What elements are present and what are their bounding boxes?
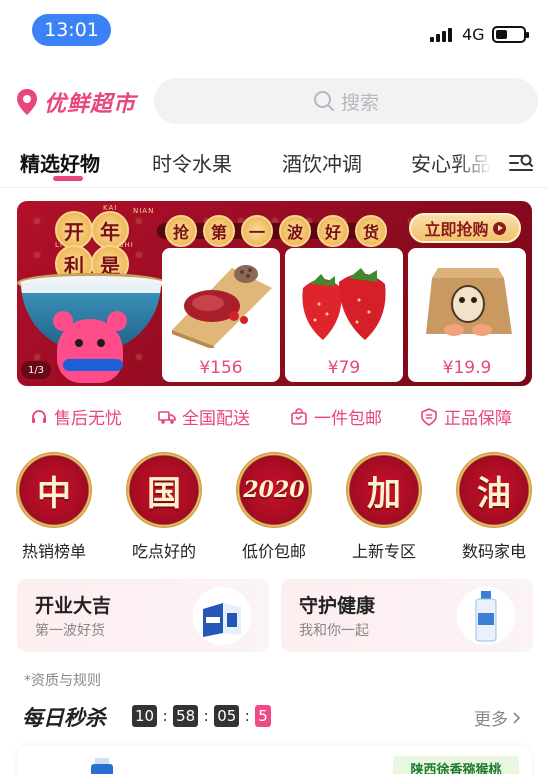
promo-title: 开业大吉 bbox=[35, 595, 112, 617]
store-name: 优鲜超市 bbox=[44, 92, 137, 117]
tab-drinks[interactable]: 酒饮冲调 bbox=[282, 148, 362, 177]
promo-subtitle: 第一波好货 bbox=[35, 623, 105, 639]
bag-icon bbox=[291, 407, 307, 425]
chevron-right-icon bbox=[513, 711, 521, 724]
product-price: ¥79 bbox=[327, 358, 361, 378]
category-label: 热销榜单 bbox=[21, 542, 86, 561]
slogan-char: 波 bbox=[279, 215, 311, 247]
shield-icon bbox=[421, 407, 437, 426]
status-time: 13:01 bbox=[32, 14, 111, 46]
category-good-food[interactable]: 国 吃点好的 bbox=[124, 452, 204, 562]
milk-box-image bbox=[193, 587, 251, 645]
category-menu-icon[interactable] bbox=[508, 150, 534, 176]
service-label: 正品保障 bbox=[444, 409, 512, 429]
sale-product-image bbox=[91, 764, 113, 774]
store-location[interactable]: 优鲜超市 bbox=[16, 86, 136, 118]
search-icon bbox=[313, 91, 334, 111]
countdown-tenths: 5 bbox=[255, 705, 271, 727]
flash-sale-item[interactable]: 陕西徐香猕猴桃 bbox=[17, 746, 532, 774]
banner-page-indicator: 1/3 bbox=[21, 361, 51, 379]
truck-icon bbox=[158, 410, 176, 424]
headset-icon bbox=[32, 409, 46, 423]
countdown-hours: 10 bbox=[132, 705, 158, 727]
search-placeholder: 搜索 bbox=[340, 91, 379, 114]
search-input[interactable]: 搜索 bbox=[154, 78, 538, 124]
slogan-char: 好 bbox=[317, 215, 349, 247]
category-medal: 油 bbox=[456, 452, 532, 528]
service-delivery: 全国配送 bbox=[158, 404, 250, 429]
tab-fade bbox=[456, 140, 500, 184]
play-icon bbox=[492, 221, 506, 235]
status-bar: 13:01 4G bbox=[0, 0, 547, 60]
category-label: 吃点好的 bbox=[131, 542, 196, 561]
battery-icon bbox=[492, 26, 529, 43]
flash-sale-countdown: 10 : 58 : 05 : 5 bbox=[132, 705, 271, 727]
bear-mascot-image bbox=[53, 311, 127, 383]
promo-subtitle: 我和你一起 bbox=[299, 623, 369, 639]
gift-box-image bbox=[426, 268, 512, 336]
beef-image bbox=[172, 265, 272, 348]
promo-card-health[interactable]: 守护健康 我和你一起 bbox=[281, 579, 533, 652]
slogan-char: 第 bbox=[203, 215, 235, 247]
countdown-separator: : bbox=[244, 707, 250, 725]
banner-product-card[interactable]: ¥156 bbox=[162, 248, 280, 382]
more-label: 更多 bbox=[474, 710, 508, 730]
service-after-sales: 售后无忧 bbox=[30, 404, 122, 429]
seal-latin: NIAN bbox=[133, 207, 155, 215]
buy-now-label: 立即抢购 bbox=[424, 220, 489, 239]
signal-icon bbox=[430, 28, 452, 42]
promo-card-opening[interactable]: 开业大吉 第一波好货 bbox=[17, 579, 269, 652]
service-label: 全国配送 bbox=[182, 409, 250, 429]
service-label: 售后无忧 bbox=[54, 409, 122, 429]
countdown-seconds: 05 bbox=[214, 705, 240, 727]
service-authentic: 正品保障 bbox=[420, 404, 512, 429]
promo-title: 守护健康 bbox=[299, 595, 376, 617]
banner-product-card[interactable]: ¥19.9 bbox=[408, 248, 526, 382]
sanitizer-bottle-image bbox=[457, 587, 515, 645]
seal-latin: KAI bbox=[103, 204, 118, 212]
category-medal: 加 bbox=[346, 452, 422, 528]
qualification-rules-link[interactable]: *资质与规则 bbox=[24, 670, 101, 690]
promo-banner[interactable]: 开 年 利 是 KAI NIAN LI SHI 抢 第 一 波 好 货 立即抢购… bbox=[17, 201, 532, 386]
category-medal: 中 bbox=[16, 452, 92, 528]
service-free-shipping: 一件包邮 bbox=[290, 404, 382, 429]
buy-now-button[interactable]: 立即抢购 bbox=[409, 213, 521, 243]
category-label: 低价包邮 bbox=[241, 542, 306, 561]
category-new-arrivals[interactable]: 加 上新专区 bbox=[344, 452, 424, 562]
category-label: 上新专区 bbox=[351, 542, 416, 561]
network-type: 4G bbox=[462, 25, 485, 44]
category-medal: 2020 bbox=[236, 452, 312, 528]
banner-slogan: 抢 第 一 波 好 货 bbox=[165, 215, 387, 247]
seal-latin: SHI bbox=[119, 241, 134, 249]
category-label: 数码家电 bbox=[461, 542, 526, 561]
service-guarantees: 售后无忧 全国配送 一件包邮 正品保障 bbox=[0, 404, 547, 429]
category-low-price[interactable]: 2020 低价包邮 bbox=[234, 452, 314, 562]
countdown-minutes: 58 bbox=[173, 705, 199, 727]
slogan-char: 抢 bbox=[165, 215, 197, 247]
location-pin-icon bbox=[17, 89, 37, 115]
countdown-separator: : bbox=[203, 707, 209, 725]
category-medal: 国 bbox=[126, 452, 202, 528]
product-price: ¥156 bbox=[199, 358, 243, 378]
countdown-separator: : bbox=[162, 707, 168, 725]
active-tab-indicator bbox=[53, 176, 83, 181]
seal-latin: LI bbox=[55, 241, 63, 249]
tab-seasonal-fruit[interactable]: 时令水果 bbox=[152, 148, 232, 177]
banner-product-card[interactable]: ¥79 bbox=[285, 248, 403, 382]
flash-sale-title: 每日秒杀 bbox=[22, 706, 106, 730]
service-label: 一件包邮 bbox=[314, 409, 382, 429]
category-hot-list[interactable]: 中 热销榜单 bbox=[14, 452, 94, 562]
flash-sale-more-link[interactable]: 更多 bbox=[474, 705, 522, 730]
category-electronics[interactable]: 油 数码家电 bbox=[454, 452, 534, 562]
strawberry-image bbox=[302, 268, 386, 340]
tab-featured[interactable]: 精选好物 bbox=[20, 148, 100, 177]
slogan-char: 货 bbox=[355, 215, 387, 247]
sale-product-tag: 陕西徐香猕猴桃 bbox=[393, 756, 519, 774]
product-price: ¥19.9 bbox=[442, 358, 492, 378]
slogan-char: 一 bbox=[241, 215, 273, 247]
